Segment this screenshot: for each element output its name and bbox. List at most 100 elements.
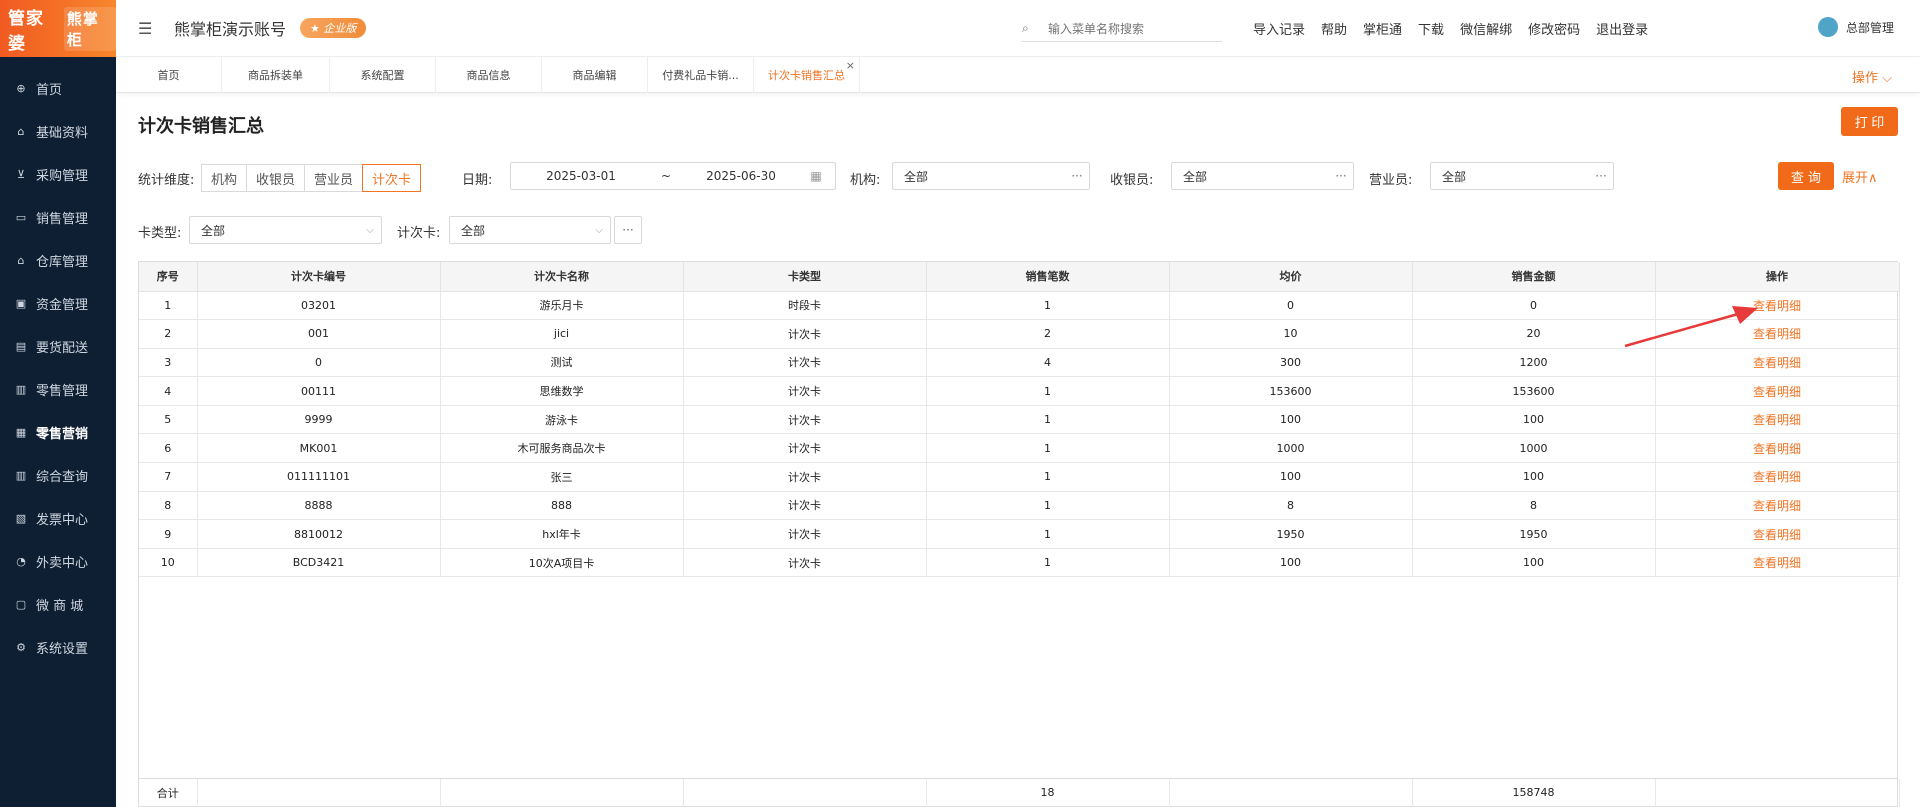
table-row[interactable]: 4 00111 思维数学 计次卡 1 153600 153600 查看明细 <box>139 376 1900 406</box>
card-type-select[interactable]: 全部 ⌵ <box>189 216 382 244</box>
total-cell <box>440 779 684 807</box>
sidebar-item-label: 系统设置 <box>36 642 89 657</box>
date-start[interactable]: 2025-03-01 <box>511 169 651 183</box>
card-more-button[interactable]: ··· <box>614 216 642 244</box>
tab[interactable]: 商品信息 <box>436 57 542 93</box>
table-cell: 03201 <box>197 291 441 321</box>
print-button[interactable]: 打 印 <box>1841 107 1898 136</box>
tab-label: 商品编辑 <box>572 69 617 82</box>
top-link[interactable]: 退出登录 <box>1596 19 1648 38</box>
table-row[interactable]: 7 011111101 张三 计次卡 1 100 100 查看明细 <box>139 462 1900 492</box>
view-detail-link[interactable]: 查看明细 <box>1655 462 1900 492</box>
dimension-option[interactable]: 收银员 <box>246 164 306 192</box>
expand-toggle[interactable]: 展开∧ <box>1842 167 1878 186</box>
top-link[interactable]: 掌柜通 <box>1363 19 1402 38</box>
tab-label: 付费礼品卡销... <box>662 69 739 82</box>
dimension-option[interactable]: 机构 <box>201 164 248 192</box>
cashier-value: 全部 <box>1183 169 1208 184</box>
top-link[interactable]: 下载 <box>1418 19 1444 38</box>
top-link[interactable]: 导入记录 <box>1253 19 1305 38</box>
top-link[interactable]: 帮助 <box>1321 19 1347 38</box>
menu-toggle-icon[interactable]: ☰ <box>138 19 158 38</box>
column-header[interactable]: 销售笔数 <box>926 262 1170 292</box>
table-row[interactable]: 8 8888 888 计次卡 1 8 8 查看明细 <box>139 491 1900 521</box>
more-icon[interactable]: ··· <box>1065 169 1089 183</box>
view-detail-link[interactable]: 查看明细 <box>1655 376 1900 406</box>
org-label: 机构: <box>850 173 881 188</box>
sidebar-item[interactable]: ⚙ 系统设置 <box>0 626 116 669</box>
user-menu[interactable]: 总部管理 <box>1817 17 1894 37</box>
sidebar-item[interactable]: ⊕ 首页 <box>0 67 116 110</box>
column-header[interactable]: 均价 <box>1169 262 1413 292</box>
org-select[interactable]: 全部 ··· <box>892 162 1090 190</box>
search-input[interactable] <box>1048 21 1218 36</box>
sidebar-item[interactable]: ▦ 零售营销 <box>0 411 116 454</box>
clerk-select[interactable]: 全部 ··· <box>1430 162 1614 190</box>
tabs-operations[interactable]: 操作 ⌵ <box>1852 67 1892 86</box>
view-detail-link[interactable]: 查看明细 <box>1655 433 1900 464</box>
table-cell: 8 <box>139 491 198 521</box>
view-detail-link[interactable]: 查看明细 <box>1655 548 1900 578</box>
sidebar-item[interactable]: ⊻ 采购管理 <box>0 153 116 196</box>
tab[interactable]: 计次卡销售汇总 × <box>754 57 860 93</box>
sidebar-item[interactable]: ▧ 发票中心 <box>0 497 116 540</box>
column-header[interactable]: 操作 <box>1655 262 1900 292</box>
query-button[interactable]: 查 询 <box>1778 162 1834 190</box>
sidebar-item[interactable]: ▥ 零售管理 <box>0 368 116 411</box>
column-header[interactable]: 序号 <box>139 262 198 292</box>
close-icon[interactable]: × <box>846 59 855 72</box>
more-icon[interactable]: ··· <box>1329 169 1353 183</box>
cashier-select[interactable]: 全部 ··· <box>1171 162 1354 190</box>
table-cell: 1 <box>926 376 1170 406</box>
dimension-option[interactable]: 营业员 <box>304 164 364 192</box>
sidebar-item[interactable]: ▥ 综合查询 <box>0 454 116 497</box>
date-end[interactable]: 2025-06-30 <box>681 169 801 183</box>
tab[interactable]: 系统配置 <box>330 57 436 93</box>
table-cell: 9 <box>139 519 198 549</box>
sidebar-item[interactable]: ◔ 外卖中心 <box>0 540 116 583</box>
table-cell: 00111 <box>197 376 441 406</box>
table-row[interactable]: 6 MK001 木可服务商品次卡 计次卡 1 1000 1000 查看明细 <box>139 433 1900 464</box>
sidebar-item[interactable]: ▣ 资金管理 <box>0 282 116 325</box>
table-header-row: 序号 计次卡编号 计次卡名称 卡类型 销售笔数 均价 销售金额 操作 <box>139 262 1900 292</box>
top-link[interactable]: 微信解绑 <box>1460 19 1512 38</box>
sidebar-item[interactable]: ⌂ 仓库管理 <box>0 239 116 282</box>
globe-icon: ⊕ <box>16 82 26 95</box>
table-row[interactable]: 10 BCD3421 10次A项目卡 计次卡 1 100 100 查看明细 <box>139 548 1900 578</box>
sidebar-item[interactable]: ⌂ 基础资料 <box>0 110 116 153</box>
gear-icon: ⚙ <box>16 641 26 654</box>
total-cell: 158748 <box>1412 779 1656 807</box>
view-detail-link[interactable]: 查看明细 <box>1655 491 1900 521</box>
sidebar-item[interactable]: ▭ 销售管理 <box>0 196 116 239</box>
top-link[interactable]: 修改密码 <box>1528 19 1580 38</box>
tab[interactable]: 商品编辑 <box>542 57 648 93</box>
tab[interactable]: 付费礼品卡销... <box>648 57 754 93</box>
table-row[interactable]: 3 0 测试 计次卡 4 300 1200 查看明细 <box>139 348 1900 378</box>
brand-logo[interactable]: 管家婆 熊掌柜 <box>0 0 116 57</box>
view-detail-link[interactable]: 查看明细 <box>1655 348 1900 378</box>
money-icon: ▣ <box>15 297 27 310</box>
card-value: 全部 <box>461 223 486 238</box>
warehouse-icon: ⌂ <box>17 254 25 267</box>
view-detail-link[interactable]: 查看明细 <box>1655 405 1900 435</box>
sidebar-item-label: 要货配送 <box>36 341 89 356</box>
table-cell: 1000 <box>1412 433 1656 464</box>
sidebar-item-label: 综合查询 <box>36 470 89 485</box>
column-header[interactable]: 计次卡名称 <box>440 262 684 292</box>
table-row[interactable]: 5 9999 游泳卡 计次卡 1 100 100 查看明细 <box>139 405 1900 435</box>
card-select[interactable]: 全部 ⌵ <box>449 216 611 244</box>
tab[interactable]: 商品拆装单 <box>222 57 330 93</box>
column-header[interactable]: 销售金额 <box>1412 262 1656 292</box>
more-icon[interactable]: ··· <box>1589 169 1613 183</box>
view-detail-link[interactable]: 查看明细 <box>1655 519 1900 549</box>
tab[interactable]: 首页 <box>116 57 222 93</box>
sidebar-item[interactable]: ▤ 要货配送 <box>0 325 116 368</box>
date-range-picker[interactable]: 2025-03-01 ~ 2025-06-30 ▦ <box>510 162 836 190</box>
date-separator: ~ <box>660 169 672 183</box>
column-header[interactable]: 计次卡编号 <box>197 262 441 292</box>
dimension-option[interactable]: 计次卡 <box>362 164 422 192</box>
sidebar-item[interactable]: ▢ 微 商 城 <box>0 583 116 626</box>
column-header[interactable]: 卡类型 <box>683 262 927 292</box>
table-cell: 游乐月卡 <box>440 291 684 321</box>
table-row[interactable]: 9 8810012 hxl年卡 计次卡 1 1950 1950 查看明细 <box>139 519 1900 549</box>
